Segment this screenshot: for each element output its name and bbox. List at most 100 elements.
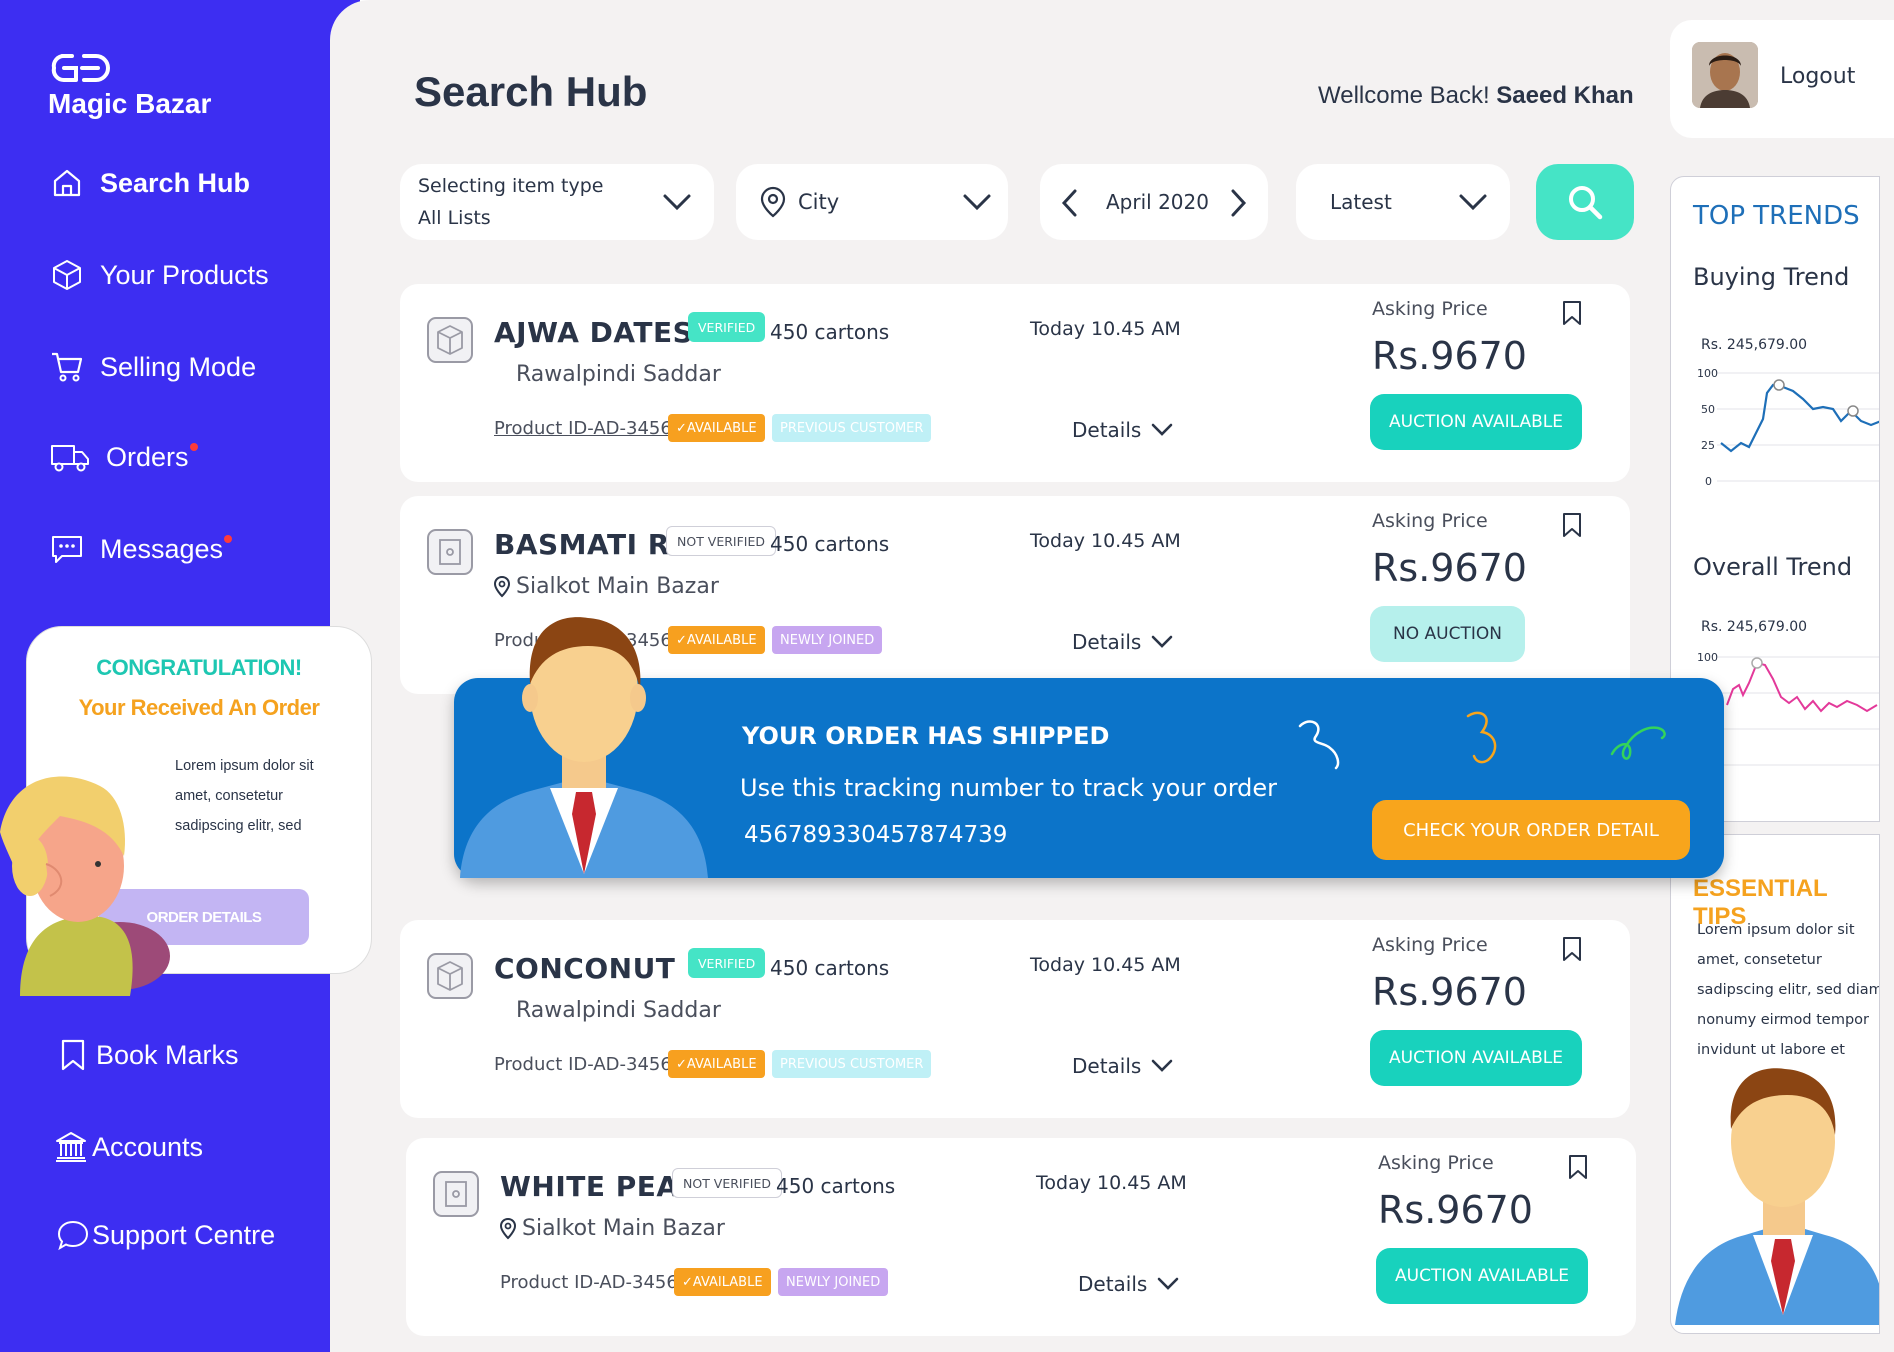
decorative-squiggle-icon xyxy=(1298,720,1340,770)
sidebar-item-selling-mode[interactable]: Selling Mode xyxy=(50,350,256,384)
city-label: City xyxy=(798,190,840,214)
product-id-link[interactable]: Product ID-AD-34566 xyxy=(494,1054,683,1075)
details-label: Details xyxy=(1078,1272,1148,1296)
listing-time: Today 10.45 AM xyxy=(1036,1172,1187,1194)
chevron-down-icon xyxy=(1152,635,1173,648)
sort-label: Latest xyxy=(1330,190,1392,214)
user-name: Saeed Khan xyxy=(1496,82,1634,109)
message-icon xyxy=(52,536,82,563)
overall-trend-amount: Rs. 245,679.00 xyxy=(1701,619,1808,635)
location-text: Rawalpindi Saddar xyxy=(516,362,721,387)
sidebar-item-accounts[interactable]: Accounts xyxy=(54,1130,203,1164)
chevron-down-icon xyxy=(1152,423,1173,436)
listing-time: Today 10.45 AM xyxy=(1030,318,1181,340)
search-button[interactable] xyxy=(1536,164,1634,240)
chat-bubble-icon xyxy=(57,1220,89,1251)
auction-status-button[interactable]: NO AUCTION xyxy=(1370,606,1525,662)
chevron-right-icon[interactable] xyxy=(1228,188,1248,218)
bookmark-icon[interactable] xyxy=(1562,512,1582,538)
tracking-number: 456789330457874739 xyxy=(744,822,1008,848)
product-id-link[interactable]: Product ID-AD-34566 xyxy=(494,418,683,439)
sidebar-item-label: Support Centre xyxy=(92,1219,276,1250)
location-text: Sialkot Main Bazar xyxy=(516,574,719,599)
bookmark-icon xyxy=(61,1039,85,1071)
product-location: Rawalpindi Saddar xyxy=(494,998,721,1023)
asking-price-label: Asking Price xyxy=(1372,934,1488,956)
essential-tips-panel: ESSENTIAL TIPS Lorem ipsum dolor sit ame… xyxy=(1670,834,1880,1334)
location-text: Rawalpindi Saddar xyxy=(516,998,721,1023)
bookmark-icon[interactable] xyxy=(1568,1154,1588,1180)
cart-icon xyxy=(52,352,83,382)
details-label: Details xyxy=(1072,1054,1142,1078)
buying-trend-amount: Rs. 245,679.00 xyxy=(1701,337,1808,353)
verification-badge: NOT VERIFIED xyxy=(672,1168,783,1198)
customer-tag: PREVIOUS CUSTOMER xyxy=(772,1050,932,1078)
congrats-subtitle: Your Received An Order xyxy=(78,695,320,720)
welcome-message: Wellcome Back! Saeed Khan xyxy=(1318,82,1634,110)
details-toggle[interactable]: Details xyxy=(1072,418,1173,442)
details-toggle[interactable]: Details xyxy=(1078,1272,1179,1296)
verification-badge: NOT VERIFIED xyxy=(666,526,777,556)
truck-icon xyxy=(51,445,89,472)
sidebar-item-label: Book Marks xyxy=(96,1039,239,1070)
product-name: CONCONUT xyxy=(494,952,676,985)
customer-tag: PREVIOUS CUSTOMER xyxy=(772,414,932,442)
page-title: Search Hub xyxy=(414,68,648,115)
support-agent-illustration xyxy=(1675,1068,1879,1325)
bookmark-icon[interactable] xyxy=(1562,300,1582,326)
tick-label: 100 xyxy=(1697,367,1718,380)
check-order-detail-button[interactable]: CHECK YOUR ORDER DETAIL xyxy=(1372,800,1690,860)
sidebar-item-orders[interactable]: Orders xyxy=(50,440,198,474)
customer-tag: NEWLY JOINED xyxy=(772,626,883,654)
sidebar-item-label: Your Products xyxy=(100,259,269,290)
trend-point xyxy=(1773,379,1785,391)
location-pin-icon xyxy=(494,575,510,597)
auction-status-button[interactable]: AUCTION AVAILABLE xyxy=(1370,1030,1582,1086)
user-photo-icon xyxy=(1692,42,1758,108)
sidebar-item-messages[interactable]: Messages xyxy=(50,532,233,566)
sort-select[interactable]: Latest xyxy=(1296,164,1510,240)
product-card[interactable]: CONCONUT Rawalpindi Saddar Product ID-AD-3… xyxy=(400,920,1630,1118)
product-id-link[interactable]: Product ID-AD-34566 xyxy=(500,1272,689,1293)
bank-icon xyxy=(56,1132,86,1162)
sidebar-item-support-centre[interactable]: Support Centre xyxy=(56,1218,275,1252)
bookmark-icon[interactable] xyxy=(1562,936,1582,962)
product-card[interactable]: AJWA DATES Rawalpindi Saddar Product ID-AD… xyxy=(400,284,1630,482)
city-select[interactable]: City xyxy=(736,164,1008,240)
asking-price-label: Asking Price xyxy=(1372,510,1488,532)
welcome-prefix: Wellcome Back! xyxy=(1318,82,1490,109)
location-text: Sialkot Main Bazar xyxy=(522,1216,725,1241)
buying-trend-line xyxy=(1720,383,1879,453)
product-card[interactable]: WHITE PEASE Sialkot Main Bazar Product ID-… xyxy=(406,1138,1636,1336)
customer-tag: NEWLY JOINED xyxy=(778,1268,889,1296)
month-label: April 2020 xyxy=(1106,190,1209,214)
sidebar-item-book-marks[interactable]: Book Marks xyxy=(56,1038,239,1072)
logo[interactable]: Magic Bazar xyxy=(48,52,211,120)
asking-price: Rs.9670 xyxy=(1372,334,1527,378)
item-type-value: All Lists xyxy=(418,207,491,229)
sidebar-item-label: Messages xyxy=(100,533,224,564)
chevron-down-icon xyxy=(963,194,991,211)
trends-title: TOP TRENDS xyxy=(1693,201,1860,231)
avatar[interactable] xyxy=(1692,42,1758,108)
logo-icon xyxy=(51,54,110,82)
item-type-select[interactable]: Selecting item type All Lists xyxy=(400,164,714,240)
tick-label: 100 xyxy=(1697,651,1718,664)
shipped-title: YOUR ORDER HAS SHIPPED xyxy=(742,722,1110,750)
auction-status-button[interactable]: AUCTION AVAILABLE xyxy=(1376,1248,1588,1304)
details-toggle[interactable]: Details xyxy=(1072,630,1173,654)
notification-dot xyxy=(224,535,233,543)
auction-status-button[interactable]: AUCTION AVAILABLE xyxy=(1370,394,1582,450)
box-icon xyxy=(53,260,81,290)
sidebar-item-your-products[interactable]: Your Products xyxy=(50,258,269,292)
congrats-title: CONGRATULATION! xyxy=(96,655,302,680)
logout-button[interactable]: Logout xyxy=(1780,64,1855,89)
verification-badge: VERIFIED xyxy=(688,948,766,978)
overall-trend-line xyxy=(1726,661,1878,713)
courier-illustration xyxy=(460,617,708,878)
chevron-left-icon[interactable] xyxy=(1060,188,1080,218)
sidebar-item-search-hub[interactable]: Search Hub xyxy=(50,166,250,200)
girl-illustration xyxy=(0,776,170,996)
buying-trend-label: Buying Trend xyxy=(1693,263,1850,291)
details-toggle[interactable]: Details xyxy=(1072,1054,1173,1078)
